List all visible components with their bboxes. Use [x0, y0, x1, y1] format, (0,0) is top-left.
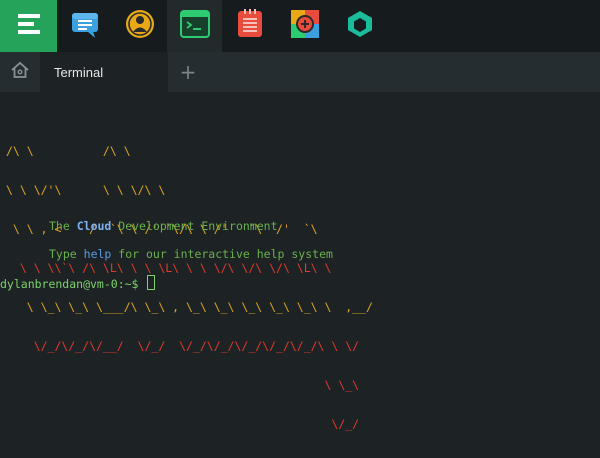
hexagon-icon [346, 9, 374, 44]
tagline-prefix: The [49, 219, 70, 233]
banner-line: \/_/ [6, 417, 360, 431]
banner-line: /\ \ /\ \ [6, 144, 131, 158]
terminal-cursor [147, 275, 156, 290]
chat-app-button[interactable] [57, 0, 112, 52]
menu-icon [17, 13, 40, 39]
help-prefix: Type [49, 247, 77, 261]
tagline-highlight: Cloud [76, 219, 112, 233]
add-app-icon [290, 9, 320, 44]
prompt-text: dylanbrendan@vm-0:~$ [0, 277, 139, 291]
banner-line: \ \ \/'\ \ \ \/\ \ [6, 183, 166, 197]
tab-bar: Terminal + [0, 52, 600, 92]
terminal-app-button[interactable] [167, 0, 222, 52]
notes-app-button[interactable] [222, 0, 277, 52]
tab-terminal[interactable]: Terminal [40, 52, 168, 92]
terminal-icon [179, 9, 210, 43]
banner-line: \ \_\ \_\ \___/\ \_\ , \_\ \_\ \_\ \_\ \… [6, 300, 373, 314]
terminal-view[interactable]: /\ \ /\ \ \ \ \/'\ \ \ \/\ \ \ \ , < / `… [0, 92, 600, 458]
tab-label: Terminal [54, 64, 104, 80]
tagline-suffix: Development Environment [118, 219, 278, 233]
banner-line: \ \ \\`\ /\ \L\ \ \ \L\ \ \ \/\ \/\ \/\ … [6, 261, 332, 275]
home-icon [10, 60, 30, 85]
notes-icon [236, 8, 264, 44]
help-suffix: for our interactive help system [118, 247, 333, 261]
app-toolbar [0, 0, 600, 52]
add-app-button[interactable] [277, 0, 332, 52]
help-hint: Type help for our interactive help syste… [49, 247, 333, 261]
banner-line: \/_/\/_/\/__/ \/_/ \/_/\/_/\/_/\/_/\/_/\… [6, 339, 360, 353]
chat-icon [69, 9, 101, 44]
add-tab-button[interactable]: + [176, 52, 200, 92]
main-menu-button[interactable] [0, 0, 57, 52]
user-guide-icon [124, 8, 156, 45]
help-command: help [83, 247, 112, 261]
hexagon-app-button[interactable] [332, 0, 387, 52]
home-button[interactable] [0, 52, 40, 92]
tagline: The Cloud Development Environment [49, 219, 278, 233]
command-prompt[interactable]: dylanbrendan@vm-0:~$ [0, 275, 156, 291]
banner-line: \ \_\ [6, 378, 360, 392]
guide-app-button[interactable] [112, 0, 167, 52]
